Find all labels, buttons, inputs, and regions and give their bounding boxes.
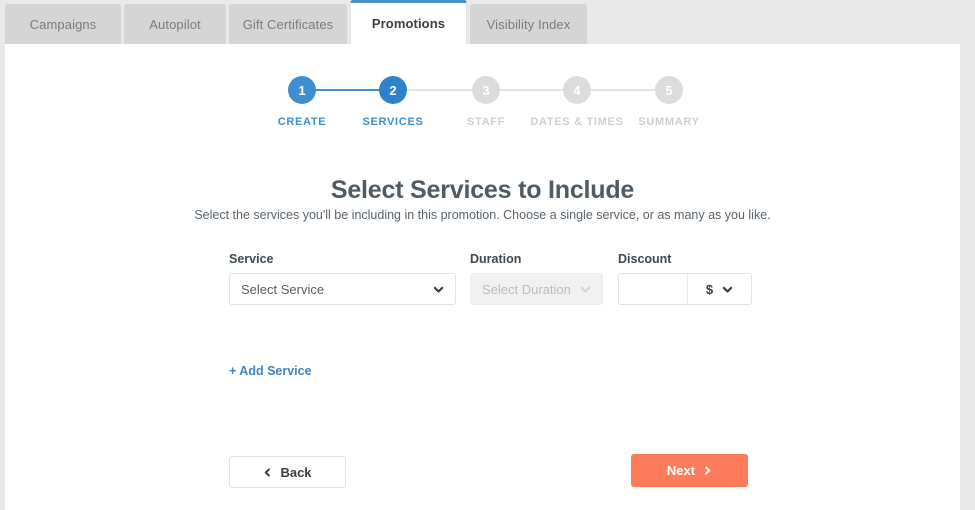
- page-subtitle: Select the services you'll be including …: [194, 208, 771, 222]
- tab-campaigns[interactable]: Campaigns: [5, 4, 121, 44]
- tab-label: Gift Certificates: [242, 16, 334, 32]
- step-circle: 5: [655, 76, 683, 104]
- chevron-down-icon: [722, 286, 733, 293]
- tab-promotions[interactable]: Promotions: [350, 0, 467, 44]
- discount-field-label: Discount: [618, 252, 672, 266]
- next-button-label: Next: [666, 463, 696, 478]
- duration-select[interactable]: Select Duration: [470, 273, 603, 305]
- tab-visibility-index[interactable]: Visibility Index: [470, 4, 587, 44]
- back-button[interactable]: Back: [229, 456, 346, 488]
- content-panel: 1 CREATE 2 SERVICES 3 STAFF 4 DATES & TI…: [5, 44, 960, 510]
- tab-label: Autopilot: [149, 16, 201, 32]
- step-label: SUMMARY: [638, 116, 700, 128]
- tab-gift-certificates[interactable]: Gift Certificates: [229, 4, 347, 44]
- wizard-stepper: 1 CREATE 2 SERVICES 3 STAFF 4 DATES & TI…: [5, 76, 960, 148]
- tab-label: Campaigns: [29, 16, 97, 32]
- discount-unit-select[interactable]: $: [687, 274, 751, 304]
- tab-label: Visibility Index: [486, 16, 571, 32]
- step-circle: 2: [379, 76, 407, 104]
- discount-input[interactable]: [619, 274, 687, 304]
- duration-column: Duration Select Duration: [470, 252, 603, 305]
- chevron-left-icon: [265, 467, 271, 477]
- service-field-label: Service: [229, 252, 274, 266]
- tab-autopilot[interactable]: Autopilot: [124, 4, 226, 44]
- discount-unit-value: $: [705, 281, 714, 297]
- service-select-value: Select Service: [241, 281, 325, 297]
- back-button-label: Back: [280, 464, 312, 480]
- page-title: Select Services to Include: [330, 176, 635, 204]
- app-screen: Campaigns Autopilot Gift Certificates Pr…: [0, 0, 975, 510]
- chevron-down-icon: [433, 286, 444, 293]
- chevron-down-icon: [580, 286, 591, 293]
- tab-bar: Campaigns Autopilot Gift Certificates Pr…: [0, 0, 975, 44]
- service-column: Service Select Service: [229, 252, 456, 305]
- service-select[interactable]: Select Service: [229, 273, 456, 305]
- duration-field-label: Duration: [470, 252, 522, 266]
- chevron-right-icon: [705, 466, 711, 475]
- stepper-step-summary[interactable]: 5 SUMMARY: [604, 76, 734, 128]
- next-button[interactable]: Next: [631, 454, 748, 487]
- tab-label: Promotions: [371, 16, 446, 31]
- discount-input-group: $: [618, 273, 752, 305]
- add-service-link[interactable]: + Add Service: [229, 364, 312, 378]
- step-circle: 4: [563, 76, 591, 104]
- duration-select-value: Select Duration: [482, 281, 571, 297]
- step-circle: 3: [472, 76, 500, 104]
- step-circle: 1: [288, 76, 316, 104]
- discount-column: Discount $: [618, 252, 752, 305]
